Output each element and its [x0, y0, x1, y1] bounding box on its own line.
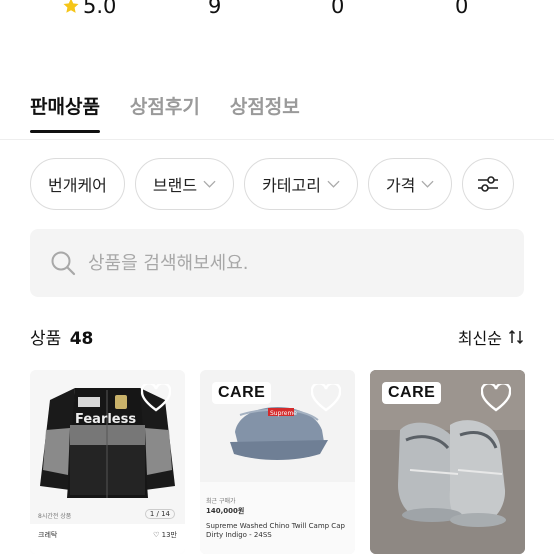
- filter-brand[interactable]: 브랜드: [134, 158, 235, 210]
- sliders-icon: [478, 176, 499, 192]
- filter-label: 브랜드: [152, 176, 198, 195]
- sort-label: 최신순: [457, 328, 502, 348]
- filter-price[interactable]: 가격: [367, 158, 453, 210]
- card-mini-tag: 최근 구매가: [206, 498, 236, 505]
- filter-label: 번개케어: [48, 176, 107, 195]
- chevron-down-icon: [203, 180, 216, 188]
- chevron-down-icon: [421, 180, 434, 188]
- product-count-label: 상품: [30, 329, 62, 349]
- filter-settings-button[interactable]: [462, 158, 515, 210]
- tab-products[interactable]: 판매상품: [30, 92, 100, 133]
- care-badge: CARE: [212, 382, 272, 404]
- tab-divider: [0, 139, 554, 140]
- card-mini-price: 140,000원: [206, 507, 245, 515]
- filter-category[interactable]: 카테고리: [244, 158, 358, 210]
- shop-tabs: 판매상품 상점후기 상점정보: [30, 92, 330, 133]
- shop-stats-row: 5.0 9 0 0: [0, 0, 554, 24]
- card-mini-seller: 크레탁: [38, 531, 58, 539]
- card-mini-time: 8시간전 상품: [38, 513, 72, 520]
- heart-icon[interactable]: [311, 384, 341, 412]
- stat-value-4: 0: [455, 0, 469, 18]
- star-icon: [63, 0, 79, 13]
- card-page-indicator: 1 / 14: [144, 509, 175, 519]
- product-card[interactable]: Supreme 최근 구매가 140,000원 Supreme Washed C…: [200, 370, 355, 554]
- card-mini-title: Supreme Washed Chino Twill Camp Cap Dirt…: [206, 522, 345, 539]
- tab-shop-info[interactable]: 상점정보: [230, 92, 300, 133]
- svg-text:Fearless: Fearless: [75, 412, 136, 427]
- tab-reviews[interactable]: 상점후기: [130, 92, 200, 133]
- filter-label: 카테고리: [262, 176, 321, 195]
- card-mini-likes: ♡ 13만: [153, 531, 177, 539]
- stat-value-2: 9: [208, 0, 222, 18]
- sort-arrows-icon: [508, 329, 524, 344]
- heart-icon[interactable]: [141, 384, 171, 412]
- product-search-bar: [30, 229, 524, 297]
- filter-bungae-care[interactable]: 번개케어: [30, 158, 125, 210]
- product-card[interactable]: CARE: [370, 370, 525, 554]
- sort-dropdown[interactable]: 최신순: [458, 325, 524, 349]
- product-count: 상품 48: [30, 324, 93, 349]
- search-input[interactable]: [88, 252, 488, 274]
- stat-value-3: 0: [331, 0, 345, 18]
- rating-value: 5.0: [83, 0, 117, 18]
- svg-text:Supreme: Supreme: [270, 410, 297, 417]
- care-badge: CARE: [382, 382, 442, 404]
- filter-chips: 번개케어 브랜드 카테고리 가격: [30, 158, 515, 210]
- chevron-down-icon: [327, 180, 340, 188]
- filter-label: 가격: [385, 176, 416, 195]
- search-icon: [51, 251, 76, 276]
- products-header: 상품 48 최신순: [30, 324, 524, 349]
- rating-stat: 5.0: [62, 0, 116, 18]
- product-count-value: 48: [69, 329, 94, 349]
- heart-icon[interactable]: [481, 384, 511, 412]
- product-card[interactable]: Fearless 8시간전 상품 1 / 14 크레탁 ♡ 13만: [30, 370, 185, 554]
